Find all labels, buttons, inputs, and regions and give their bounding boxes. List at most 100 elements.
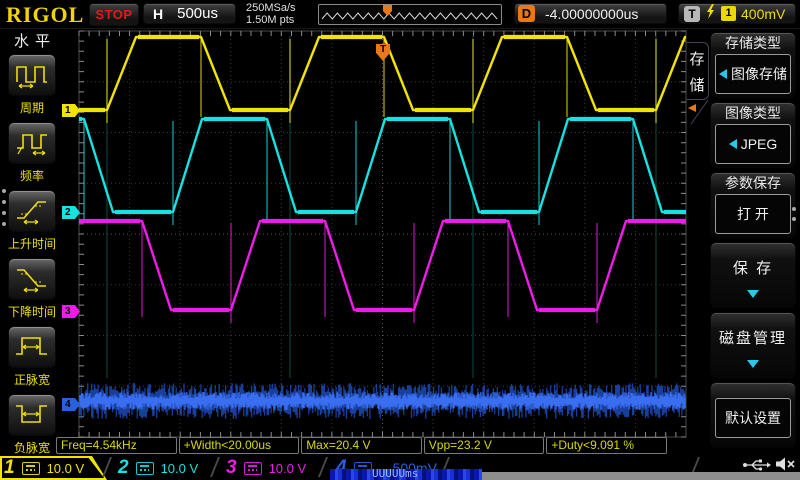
menu-softkey-label[interactable]: 磁盘管理 bbox=[711, 327, 795, 348]
measure-menu-item-label: 上升时间 bbox=[0, 235, 64, 252]
channel-number: 3 bbox=[226, 456, 237, 480]
menu-softkey-label[interactable]: 保 存 bbox=[711, 257, 795, 278]
measurement-readout-3: Max=20.4 V bbox=[301, 437, 422, 454]
memory-waveform-preview bbox=[319, 5, 499, 24]
timebase-indicator[interactable]: H 500us bbox=[143, 3, 236, 24]
page-indicator-dot bbox=[792, 217, 796, 221]
horizontal-label: H bbox=[153, 6, 163, 22]
page-indicator-dot bbox=[2, 189, 6, 193]
dc-coupling-icon bbox=[136, 462, 154, 475]
menu-softkey-button[interactable]: 默认设置 bbox=[715, 398, 791, 438]
delay-indicator[interactable]: D -4.00000000us bbox=[514, 3, 667, 24]
glitch-artifact: UUUUUms bbox=[330, 469, 482, 480]
menu-softkey-button[interactable]: 打 开 bbox=[715, 194, 791, 234]
rise-time-icon bbox=[15, 197, 49, 225]
channel-number: 2 bbox=[118, 456, 129, 480]
measure-menu-item-label: 负脉宽 bbox=[0, 439, 64, 456]
trigger-badge: T bbox=[684, 6, 700, 22]
dc-coupling-icon bbox=[22, 462, 40, 475]
period-icon bbox=[15, 61, 49, 89]
edge-trigger-icon bbox=[705, 4, 716, 24]
trigger-level-value: 400mV bbox=[741, 6, 785, 22]
page-indicator-dot bbox=[2, 200, 6, 204]
measure-menu-title: 水平 bbox=[0, 30, 64, 54]
waveform-position-bar[interactable] bbox=[318, 4, 502, 25]
trigger-source-badge: 1 bbox=[721, 6, 736, 21]
pos-pulse-width-button[interactable] bbox=[8, 326, 56, 368]
neg-pulse-width-icon bbox=[15, 401, 49, 429]
top-status-bar: RIGOL STOP H 500us 250MSa/s 1.50M pts D … bbox=[0, 0, 800, 29]
channel-scale: 10.0 V bbox=[161, 461, 199, 476]
menu-section-header: 参数保存 bbox=[711, 173, 795, 193]
usb-icon bbox=[742, 458, 772, 477]
speaker-muted-icon bbox=[774, 456, 796, 477]
channel-number: 1 bbox=[4, 456, 15, 480]
storage-menu-tab: 存储 bbox=[686, 42, 709, 100]
measurement-readout-1: Freq=4.54kHz bbox=[56, 437, 177, 454]
chevron-left-icon bbox=[719, 69, 727, 79]
page-indicator-dot bbox=[2, 211, 6, 215]
frequency-button[interactable] bbox=[8, 122, 56, 164]
timebase-value: 500us bbox=[177, 5, 218, 22]
acquisition-info: 250MSa/s 1.50M pts bbox=[246, 2, 296, 26]
measure-menu: 水平 周期频率上升时间下降时间正脉宽负脉宽 bbox=[0, 30, 64, 462]
oscilloscope-screen: { "top_bar": { "logo": "RIGOL", "run_sta… bbox=[0, 0, 800, 480]
run-status-indicator[interactable]: STOP bbox=[89, 3, 139, 26]
measure-menu-item-label: 正脉宽 bbox=[0, 371, 64, 388]
measure-menu-item-label: 频率 bbox=[0, 167, 64, 184]
channel-1-status[interactable]: 1 10.0 V bbox=[4, 456, 84, 480]
run-status-text: STOP bbox=[95, 7, 132, 22]
chevron-down-icon[interactable] bbox=[747, 290, 759, 298]
measure-menu-item-6: 负脉宽 bbox=[0, 394, 64, 462]
channel-scale: 10.0 V bbox=[269, 461, 307, 476]
measure-menu-item-label: 周期 bbox=[0, 99, 64, 116]
memory-depth: 1.50M pts bbox=[246, 14, 296, 26]
delay-value: -4.00000000us bbox=[545, 6, 638, 22]
menu-section-4: 保 存 bbox=[710, 242, 796, 308]
rigol-logo: RIGOL bbox=[6, 2, 84, 28]
delay-badge: D bbox=[518, 5, 535, 22]
measurement-readout-2: +Width<20.00us bbox=[179, 437, 300, 454]
trigger-indicator[interactable]: T 1 400mV bbox=[678, 3, 796, 24]
page-indicator-dot bbox=[792, 207, 796, 211]
menu-softkey-label: JPEG bbox=[741, 136, 778, 152]
measure-menu-item-5: 正脉宽 bbox=[0, 326, 64, 394]
measurement-readouts: Freq=4.54kHz+Width<20.00usMax=20.4 VVpp=… bbox=[56, 437, 669, 454]
waveform-display bbox=[0, 0, 800, 480]
fall-time-button[interactable] bbox=[8, 258, 56, 300]
fall-time-icon bbox=[15, 265, 49, 293]
neg-pulse-width-button[interactable] bbox=[8, 394, 56, 436]
menu-section-1: 存储类型图像存储 bbox=[710, 32, 796, 98]
menu-softkey-button[interactable]: JPEG bbox=[715, 124, 791, 164]
chevron-left-icon bbox=[729, 139, 737, 149]
menu-softkey-label: 打 开 bbox=[737, 204, 769, 224]
measure-menu-item-3: 上升时间 bbox=[0, 190, 64, 258]
channel-scale: 10.0 V bbox=[47, 461, 85, 476]
menu-softkey-button[interactable]: 图像存储 bbox=[715, 54, 791, 94]
measurement-readout-4: Vpp=23.2 V bbox=[424, 437, 545, 454]
trigger-level-arrow[interactable] bbox=[688, 104, 696, 112]
measure-menu-item-4: 下降时间 bbox=[0, 258, 64, 326]
chevron-down-icon[interactable] bbox=[747, 360, 759, 368]
measurement-readout-5: +Duty<9.091 % bbox=[546, 437, 667, 454]
pos-pulse-width-icon bbox=[15, 333, 49, 361]
page-indicator-dot bbox=[2, 222, 6, 226]
menu-section-2: 图像类型 JPEG bbox=[710, 102, 796, 168]
menu-section-3: 参数保存打 开 bbox=[710, 172, 796, 238]
frequency-icon bbox=[15, 129, 49, 157]
rise-time-button[interactable] bbox=[8, 190, 56, 232]
measure-menu-item-2: 频率 bbox=[0, 122, 64, 190]
menu-softkey-label: 默认设置 bbox=[725, 408, 781, 428]
channel-3-status[interactable]: 3 10.0 V bbox=[226, 456, 306, 480]
channel-2-status[interactable]: 2 10.0 V bbox=[118, 456, 198, 480]
measure-menu-item-label: 下降时间 bbox=[0, 303, 64, 320]
period-button[interactable] bbox=[8, 54, 56, 96]
menu-section-header: 图像类型 bbox=[711, 103, 795, 123]
menu-section-header: 存储类型 bbox=[711, 33, 795, 53]
measure-menu-item-1: 周期 bbox=[0, 54, 64, 122]
sample-rate: 250MSa/s bbox=[246, 2, 296, 14]
menu-softkey-label: 图像存储 bbox=[731, 64, 787, 84]
measure-menu-items: 周期频率上升时间下降时间正脉宽负脉宽 bbox=[0, 54, 64, 462]
dc-coupling-icon bbox=[244, 462, 262, 475]
menu-section-6: 默认设置 bbox=[710, 382, 796, 448]
